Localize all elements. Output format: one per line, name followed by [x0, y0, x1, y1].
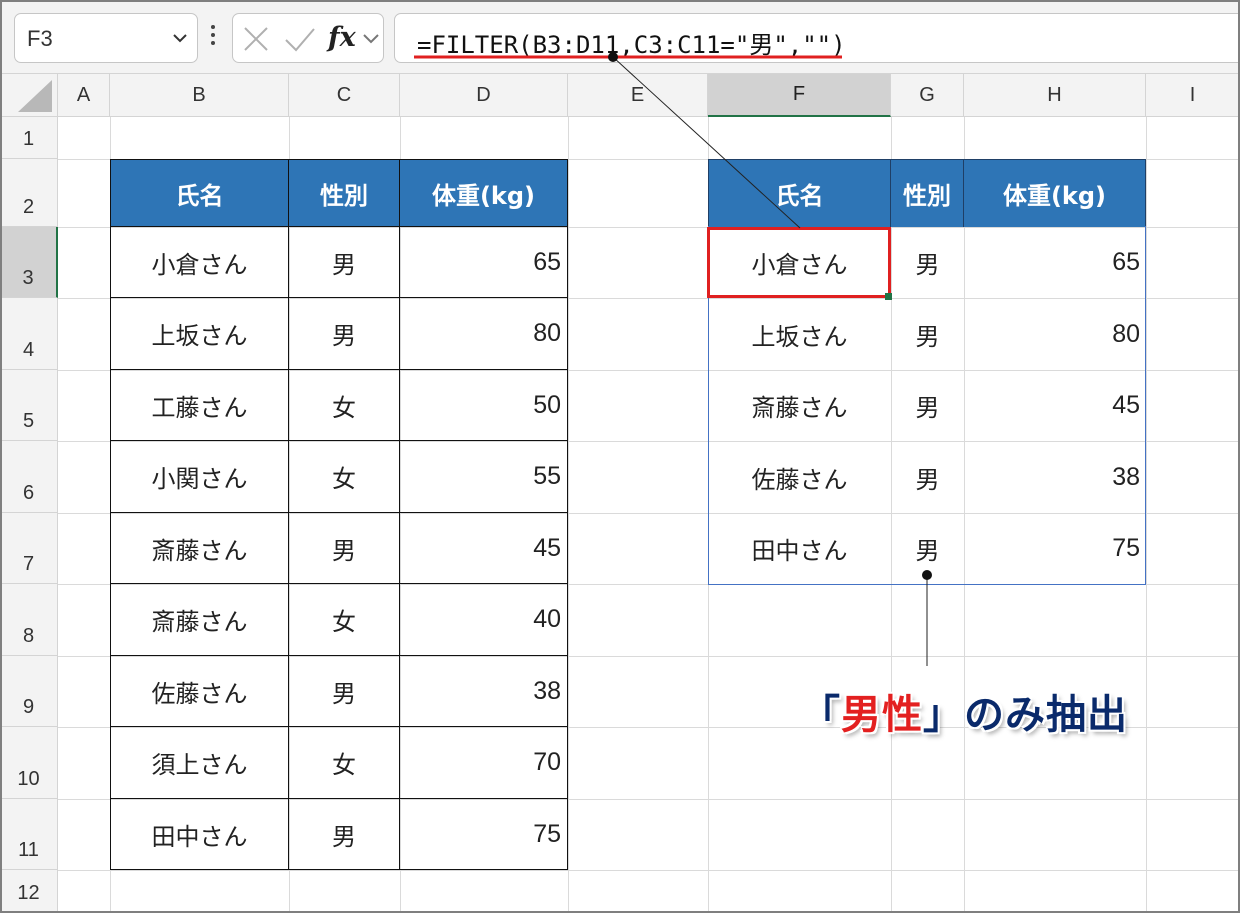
source-cell-gender[interactable]: 男: [289, 799, 400, 870]
fill-handle[interactable]: [885, 293, 892, 300]
more-options-icon[interactable]: [205, 25, 221, 53]
row-header-8[interactable]: 8: [0, 584, 58, 656]
result-cell-gender[interactable]: 男: [891, 441, 964, 513]
source-cell-gender[interactable]: 女: [289, 370, 400, 441]
source-cell-weight[interactable]: 50: [400, 370, 568, 441]
row-header-4[interactable]: 4: [0, 298, 58, 370]
source-cell-gender[interactable]: 女: [289, 727, 400, 799]
column-header-h[interactable]: H: [964, 74, 1146, 117]
row-header-3[interactable]: 3: [0, 227, 58, 298]
source-header-name[interactable]: 氏名: [110, 159, 289, 227]
source-cell-name[interactable]: 佐藤さん: [110, 656, 289, 727]
source-cell-name[interactable]: 斎藤さん: [110, 513, 289, 584]
formula-input[interactable]: =FILTER(B3:D11,C3:C11="男",""): [394, 13, 1240, 63]
row-header-12[interactable]: 12: [0, 870, 58, 913]
gridline: [568, 117, 569, 913]
column-header-g[interactable]: G: [891, 74, 964, 117]
source-cell-name[interactable]: 工藤さん: [110, 370, 289, 441]
row-header-6[interactable]: 6: [0, 441, 58, 513]
name-box[interactable]: F3: [14, 13, 198, 63]
row-header-7[interactable]: 7: [0, 513, 58, 584]
result-header-weight[interactable]: 体重(kg): [964, 159, 1146, 227]
source-cell-gender[interactable]: 男: [289, 513, 400, 584]
source-cell-weight[interactable]: 38: [400, 656, 568, 727]
result-cell-weight[interactable]: 75: [964, 513, 1146, 584]
source-cell-name[interactable]: 小倉さん: [110, 227, 289, 298]
cancel-icon[interactable]: [241, 14, 271, 64]
column-header-a[interactable]: A: [58, 74, 110, 117]
gridline: [58, 870, 1240, 871]
source-cell-name[interactable]: 斎藤さん: [110, 584, 289, 656]
callout-label: 「男性」のみ抽出: [800, 682, 1128, 740]
source-cell-weight[interactable]: 65: [400, 227, 568, 298]
formula-bar: F3 fx =FILTER(B3:D11,C3:C11="男",""): [0, 0, 1240, 74]
select-all-corner[interactable]: [0, 74, 58, 117]
source-cell-weight[interactable]: 80: [400, 298, 568, 370]
result-cell-name[interactable]: 田中さん: [708, 513, 891, 584]
result-cell-weight[interactable]: 80: [964, 298, 1146, 370]
column-header-e[interactable]: E: [568, 74, 708, 117]
source-cell-weight[interactable]: 75: [400, 799, 568, 870]
callout-emphasis: 男性: [841, 692, 923, 738]
callout-close-bracket: 」: [923, 692, 964, 738]
result-header-gender[interactable]: 性別: [891, 159, 964, 227]
column-header-d[interactable]: D: [400, 74, 568, 117]
column-header-i[interactable]: I: [1146, 74, 1240, 117]
source-cell-name[interactable]: 小関さん: [110, 441, 289, 513]
row-header-1[interactable]: 1: [0, 117, 58, 159]
source-cell-weight[interactable]: 70: [400, 727, 568, 799]
gridline: [1146, 117, 1147, 913]
source-cell-gender[interactable]: 男: [289, 656, 400, 727]
source-cell-gender[interactable]: 男: [289, 298, 400, 370]
result-cell-weight[interactable]: 45: [964, 370, 1146, 441]
row-header-9[interactable]: 9: [0, 656, 58, 727]
name-box-value: F3: [27, 26, 53, 51]
result-cell-weight[interactable]: 38: [964, 441, 1146, 513]
row-header-2[interactable]: 2: [0, 159, 58, 227]
result-cell-gender[interactable]: 男: [891, 513, 964, 584]
source-cell-name[interactable]: 須上さん: [110, 727, 289, 799]
source-cell-gender[interactable]: 男: [289, 227, 400, 298]
result-cell-gender[interactable]: 男: [891, 370, 964, 441]
result-header-name[interactable]: 氏名: [708, 159, 891, 227]
formula-buttons: fx: [232, 13, 384, 63]
row-header-5[interactable]: 5: [0, 370, 58, 441]
result-cell-name[interactable]: 斎藤さん: [708, 370, 891, 441]
insert-function-icon[interactable]: fx: [328, 22, 356, 53]
formula-text: =FILTER(B3:D11,C3:C11="男",""): [417, 31, 846, 59]
column-header-c[interactable]: C: [289, 74, 400, 117]
result-cell-weight[interactable]: 65: [964, 227, 1146, 298]
source-cell-name[interactable]: 上坂さん: [110, 298, 289, 370]
source-cell-weight[interactable]: 40: [400, 584, 568, 656]
source-cell-name[interactable]: 田中さん: [110, 799, 289, 870]
confirm-icon[interactable]: [283, 14, 317, 64]
row-header-10[interactable]: 10: [0, 727, 58, 799]
fx-chevron-down-icon[interactable]: [361, 14, 381, 64]
source-header-weight[interactable]: 体重(kg): [400, 159, 568, 227]
callout-open-bracket: 「: [800, 692, 841, 738]
source-cell-weight[interactable]: 55: [400, 441, 568, 513]
chevron-down-icon[interactable]: [171, 29, 189, 51]
callout-rest: のみ抽出: [964, 692, 1128, 738]
source-cell-gender[interactable]: 女: [289, 584, 400, 656]
source-header-gender[interactable]: 性別: [289, 159, 400, 227]
result-cell-name[interactable]: 佐藤さん: [708, 441, 891, 513]
column-header-b[interactable]: B: [110, 74, 289, 117]
source-cell-gender[interactable]: 女: [289, 441, 400, 513]
column-header-f[interactable]: F: [708, 74, 891, 117]
source-cell-weight[interactable]: 45: [400, 513, 568, 584]
row-header-11[interactable]: 11: [0, 799, 58, 870]
result-cell-gender[interactable]: 男: [891, 227, 964, 298]
result-cell-gender[interactable]: 男: [891, 298, 964, 370]
result-cell-name[interactable]: 小倉さん: [708, 227, 891, 298]
result-cell-name[interactable]: 上坂さん: [708, 298, 891, 370]
